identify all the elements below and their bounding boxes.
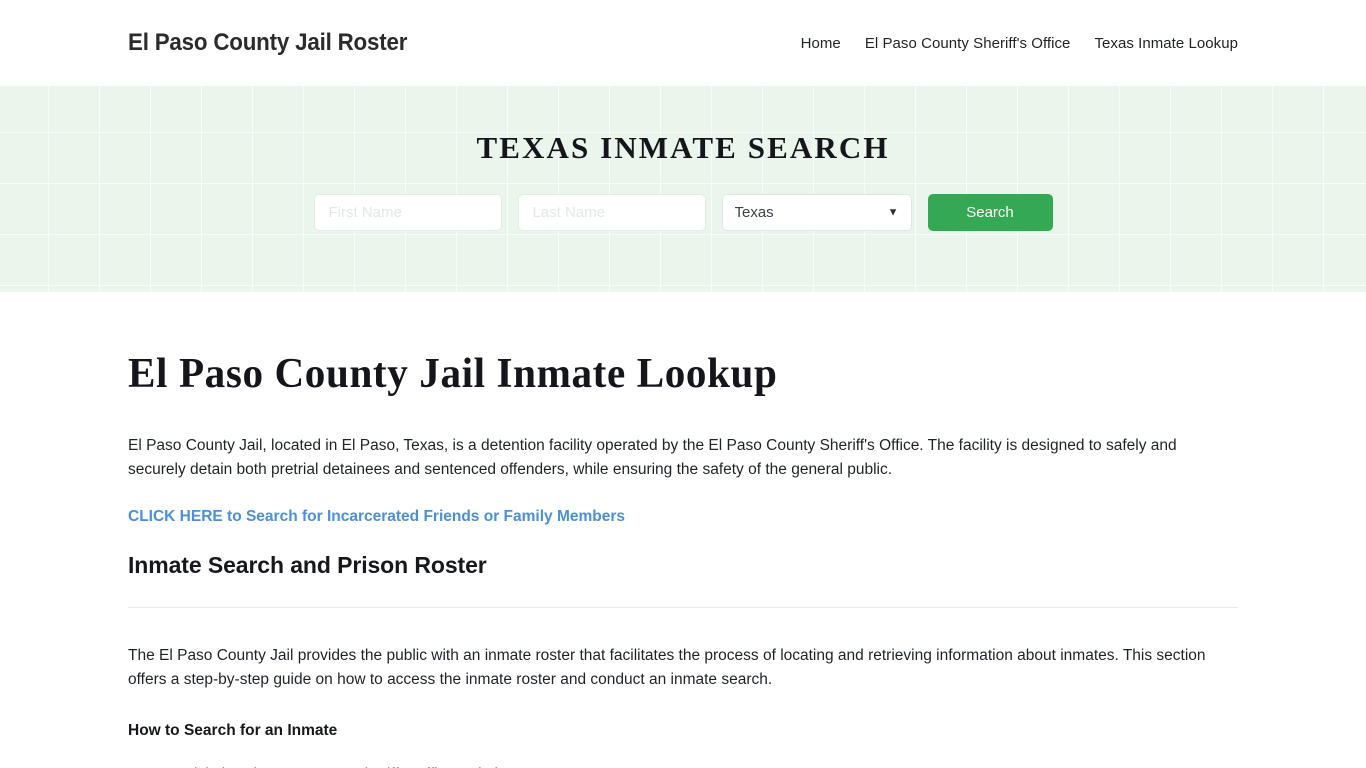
section-divider <box>128 607 1238 608</box>
page-title: El Paso County Jail Inmate Lookup <box>128 351 778 397</box>
state-select[interactable]: Texas <box>721 194 912 231</box>
main-content: El Paso County Jail Inmate Lookup El Pas… <box>0 350 1366 768</box>
site-brand[interactable]: El Paso County Jail Roster <box>128 29 407 57</box>
roster-paragraph: The El Paso County Jail provides the pub… <box>128 647 1206 688</box>
inmate-search-form: Texas ▼ Search <box>313 194 1053 231</box>
first-name-input[interactable] <box>313 194 502 231</box>
state-select-wrapper: Texas ▼ <box>721 194 912 231</box>
search-steps-list: Visit the El Paso County Sheriff's Offic… <box>128 764 1238 768</box>
sub-heading-how-to-search: How to Search for an Inmate <box>128 722 338 739</box>
cta-search-link[interactable]: CLICK HERE to Search for Incarcerated Fr… <box>128 506 625 528</box>
nav-link-texas-inmate-lookup[interactable]: Texas Inmate Lookup <box>1094 35 1238 52</box>
nav-link-home[interactable]: Home <box>801 35 841 52</box>
list-item: Visit the El Paso County Sheriff's Offic… <box>184 764 1238 768</box>
last-name-input[interactable] <box>517 194 706 231</box>
main-navigation: Home El Paso County Sheriff's Office Tex… <box>801 35 1238 52</box>
intro-paragraph: El Paso County Jail, located in El Paso,… <box>128 437 1177 478</box>
hero-search-section: TEXAS INMATE SEARCH Texas ▼ Search <box>0 86 1366 292</box>
hero-title: TEXAS INMATE SEARCH <box>476 130 890 165</box>
nav-link-sheriffs-office[interactable]: El Paso County Sheriff's Office <box>865 35 1071 52</box>
search-button[interactable]: Search <box>927 194 1053 231</box>
site-header: El Paso County Jail Roster Home El Paso … <box>0 0 1366 86</box>
section-heading-inmate-search: Inmate Search and Prison Roster <box>128 552 487 578</box>
